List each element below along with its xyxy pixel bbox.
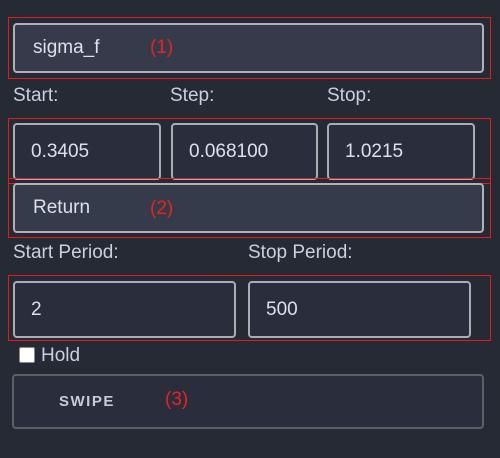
step-label: Step:: [170, 85, 215, 106]
stop-input[interactable]: 1.0215: [327, 123, 475, 180]
start-period-value: 2: [31, 298, 42, 320]
start-period-label: Start Period:: [13, 242, 119, 263]
annotation-label-3: (3): [165, 389, 189, 410]
variable-select-value: sigma_f: [33, 37, 100, 58]
stop-period-input[interactable]: 500: [248, 281, 471, 338]
start-input-value: 0.3405: [31, 140, 90, 162]
step-input-value: 0.068100: [189, 140, 269, 162]
hold-checkbox[interactable]: [19, 347, 35, 363]
start-period-input[interactable]: 2: [13, 281, 236, 338]
start-input[interactable]: 0.3405: [13, 123, 161, 180]
swipe-button-label: SWIPE: [59, 393, 115, 410]
step-input[interactable]: 0.068100: [171, 123, 318, 180]
stop-label: Stop:: [327, 85, 372, 106]
stop-input-value: 1.0215: [345, 140, 404, 162]
stop-period-value: 500: [266, 298, 298, 320]
output-select-value: Return: [33, 197, 91, 218]
stop-period-label: Stop Period:: [248, 242, 353, 263]
annotation-label-2: (2): [150, 198, 174, 219]
variable-select[interactable]: sigma_f: [13, 23, 484, 73]
swipe-button[interactable]: SWIPE: [12, 374, 484, 429]
start-label: Start:: [13, 85, 59, 106]
annotation-label-1: (1): [150, 37, 174, 58]
hold-label: Hold: [41, 345, 81, 366]
output-select[interactable]: Return: [13, 183, 484, 233]
